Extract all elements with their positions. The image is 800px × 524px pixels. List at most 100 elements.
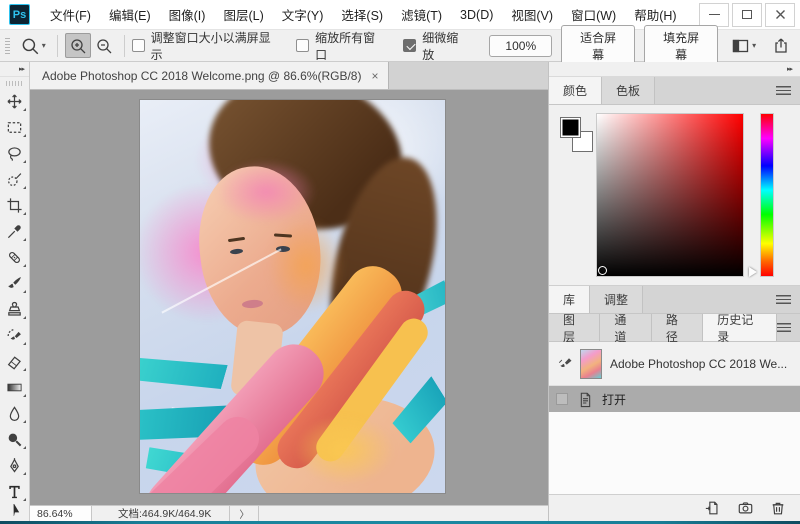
delete-trash-icon[interactable] <box>770 500 786 516</box>
move-icon <box>6 93 23 110</box>
tool-brush[interactable] <box>2 270 28 296</box>
tab-history[interactable]: 历史记录 <box>703 314 777 341</box>
menu-image[interactable]: 图像(I) <box>160 0 215 29</box>
close-button[interactable] <box>765 3 795 27</box>
tab-libraries[interactable]: 库 <box>549 286 590 313</box>
fit-screen-button[interactable]: 适合屏幕 <box>561 25 635 67</box>
share-button[interactable] <box>768 33 794 58</box>
artwork-face-paint-pink <box>216 160 316 224</box>
saturation-brightness-field[interactable] <box>596 113 744 277</box>
tab-paths[interactable]: 路径 <box>652 314 703 341</box>
separator <box>57 35 58 57</box>
maximize-button[interactable] <box>732 3 762 27</box>
document-tab-title: Adobe Photoshop CC 2018 Welcome.png @ 86… <box>42 69 361 83</box>
canvas-area[interactable] <box>30 90 548 505</box>
status-doc-section: 文档:464.9K/464.9K 〉 <box>92 506 259 521</box>
options-grip-handle[interactable] <box>5 38 10 54</box>
menu-layer[interactable]: 图层(L) <box>214 0 272 29</box>
menu-file[interactable]: 文件(F) <box>41 0 100 29</box>
tool-spot-healing-brush[interactable] <box>2 244 28 270</box>
artwork-face-paint-orange <box>268 218 344 313</box>
tool-crop[interactable] <box>2 192 28 218</box>
healing-brush-icon <box>6 249 23 266</box>
zoom-all-windows-checkbox[interactable] <box>296 39 309 52</box>
new-snapshot-camera-icon[interactable] <box>737 500 754 516</box>
tool-type[interactable] <box>2 478 28 504</box>
new-document-from-state-icon[interactable] <box>704 500 721 516</box>
tool-eyedropper[interactable] <box>2 218 28 244</box>
zoom-all-windows-label: 缩放所有窗口 <box>315 29 383 63</box>
tool-gradient[interactable] <box>2 374 28 400</box>
tab-channels[interactable]: 通道 <box>600 314 651 341</box>
eyedropper-icon <box>6 223 23 240</box>
document-icon <box>578 391 593 408</box>
zoom-in-button[interactable] <box>65 33 91 58</box>
tool-dodge[interactable] <box>2 426 28 452</box>
tool-quick-selection[interactable] <box>2 166 28 192</box>
tools-collapse-button[interactable]: ▸▸ <box>0 62 29 77</box>
panel-menu-icon[interactable] <box>776 295 791 304</box>
crop-icon <box>6 197 23 214</box>
tool-rectangular-marquee[interactable] <box>2 114 28 140</box>
minimize-button[interactable] <box>699 3 729 27</box>
tool-pen[interactable] <box>2 452 28 478</box>
panel-menu-icon[interactable] <box>777 323 791 332</box>
layers-panel-tab-bar: 图层 通道 路径 历史记录 <box>549 314 800 342</box>
tool-preset-picker[interactable]: ▾ <box>20 36 46 56</box>
zoom-out-button[interactable] <box>91 33 117 58</box>
color-field-cursor[interactable] <box>598 266 607 275</box>
fill-screen-button[interactable]: 填充屏幕 <box>644 25 718 67</box>
panels-collapse-button[interactable]: ▸▸ <box>549 62 800 77</box>
tool-lasso[interactable] <box>2 140 28 166</box>
scrubby-zoom-label: 细微缩放 <box>422 29 467 63</box>
menu-select[interactable]: 选择(S) <box>332 0 392 29</box>
panel-menu-icon[interactable] <box>776 86 791 95</box>
tab-adjustments[interactable]: 调整 <box>590 286 643 313</box>
history-state-row-open[interactable]: 打开 <box>549 386 800 412</box>
tool-path-selection[interactable] <box>2 504 28 516</box>
status-info-chevron[interactable]: 〉 <box>229 506 258 521</box>
history-state-checkbox[interactable] <box>556 393 568 405</box>
tool-history-brush[interactable] <box>2 322 28 348</box>
scrubby-zoom-checkbox[interactable] <box>403 39 416 52</box>
workspace-switcher[interactable]: ▾ <box>731 37 756 55</box>
history-brush-source-icon[interactable] <box>554 356 576 372</box>
window-controls <box>699 3 795 27</box>
tab-close-icon[interactable]: × <box>371 69 378 83</box>
history-snapshot-row[interactable]: Adobe Photoshop CC 2018 We... <box>549 342 800 386</box>
status-doc-info: 文档:464.9K/464.9K <box>92 506 229 521</box>
tab-color[interactable]: 颜色 <box>549 77 602 104</box>
tool-clone-stamp[interactable] <box>2 296 28 322</box>
menu-3d[interactable]: 3D(D) <box>451 0 502 29</box>
zoom-in-icon <box>69 37 87 55</box>
zoom-100-button[interactable]: 100% <box>489 35 552 57</box>
tab-swatches[interactable]: 色板 <box>602 77 655 104</box>
pen-icon <box>6 457 23 474</box>
history-snapshot-label: Adobe Photoshop CC 2018 We... <box>610 357 787 371</box>
hue-slider-pointer[interactable] <box>749 267 757 277</box>
status-zoom-field[interactable]: 86.64% <box>30 506 92 521</box>
hue-slider[interactable] <box>760 113 774 277</box>
resize-windows-checkbox[interactable] <box>132 39 145 52</box>
menu-type[interactable]: 文字(Y) <box>273 0 333 29</box>
photoshop-window: Ps 文件(F) 编辑(E) 图像(I) 图层(L) 文字(Y) 选择(S) 滤… <box>0 0 800 524</box>
menu-filter[interactable]: 滤镜(T) <box>392 0 451 29</box>
tab-layers[interactable]: 图层 <box>549 314 600 341</box>
blur-drop-icon <box>6 405 23 422</box>
document-tab[interactable]: Adobe Photoshop CC 2018 Welcome.png @ 86… <box>30 62 389 89</box>
foreground-color-swatch[interactable] <box>560 117 581 138</box>
status-bar: 86.64% 文档:464.9K/464.9K 〉 <box>30 505 548 521</box>
history-brush-icon <box>6 327 23 344</box>
rectangular-marquee-icon <box>6 119 23 136</box>
history-state-label: 打开 <box>602 391 626 408</box>
menu-edit[interactable]: 编辑(E) <box>100 0 160 29</box>
tool-eraser[interactable] <box>2 348 28 374</box>
history-panel-footer <box>549 494 800 521</box>
canvas-image[interactable] <box>140 100 445 493</box>
minimize-icon <box>709 14 720 15</box>
tool-blur[interactable] <box>2 400 28 426</box>
document-tab-bar: Adobe Photoshop CC 2018 Welcome.png @ 86… <box>30 62 548 90</box>
tools-grip-handle[interactable] <box>6 81 24 86</box>
menu-view[interactable]: 视图(V) <box>502 0 562 29</box>
tool-move[interactable] <box>2 88 28 114</box>
